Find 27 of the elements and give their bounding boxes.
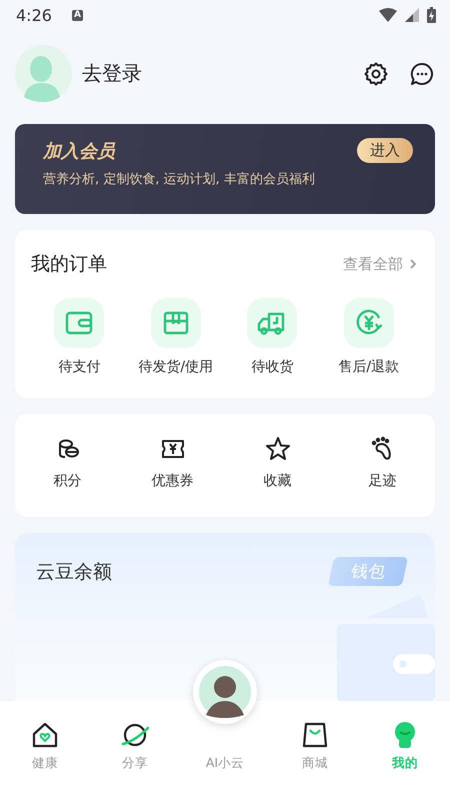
battery-icon (427, 7, 436, 23)
planet-icon[interactable] (121, 721, 149, 749)
star-icon[interactable] (264, 436, 290, 462)
shortcut-label[interactable]: 足迹 (368, 472, 396, 490)
notification-badge: A (72, 10, 83, 20)
message-icon[interactable] (410, 62, 434, 86)
status-time: 4:26 (16, 6, 52, 24)
enter-button[interactable]: 进入 (357, 138, 413, 163)
shopping-bag-icon[interactable] (301, 721, 329, 749)
shortcut-label[interactable]: 优惠券 (152, 472, 194, 490)
order-status-label[interactable]: 售后/退款 (338, 358, 400, 376)
house-heart-icon[interactable] (31, 721, 59, 749)
orders-title: 我的订单 (31, 252, 107, 277)
signal-icon (405, 8, 419, 22)
membership-title: 加入会员 (43, 140, 115, 162)
membership-card[interactable]: 加入会员 进入 营养分析, 定制饮食, 运动计划, 丰富的会员福利 (15, 124, 435, 214)
order-status-label[interactable]: 待发货/使用 (138, 358, 214, 376)
login-link[interactable]: 去登录 (82, 60, 142, 87)
membership-description: 营养分析, 定制饮食, 运动计划, 丰富的会员福利 (43, 171, 316, 188)
order-status-label[interactable]: 待收货 (251, 358, 294, 376)
shortcut-label[interactable]: 收藏 (264, 472, 292, 490)
wallet-title: 云豆余额 (36, 560, 112, 584)
wifi-icon (379, 8, 397, 22)
settings-icon[interactable] (364, 62, 388, 86)
chevron-right-icon (409, 258, 417, 270)
shortcut-label[interactable]: 积分 (54, 472, 82, 490)
order-status-label[interactable]: 待支付 (58, 358, 100, 376)
